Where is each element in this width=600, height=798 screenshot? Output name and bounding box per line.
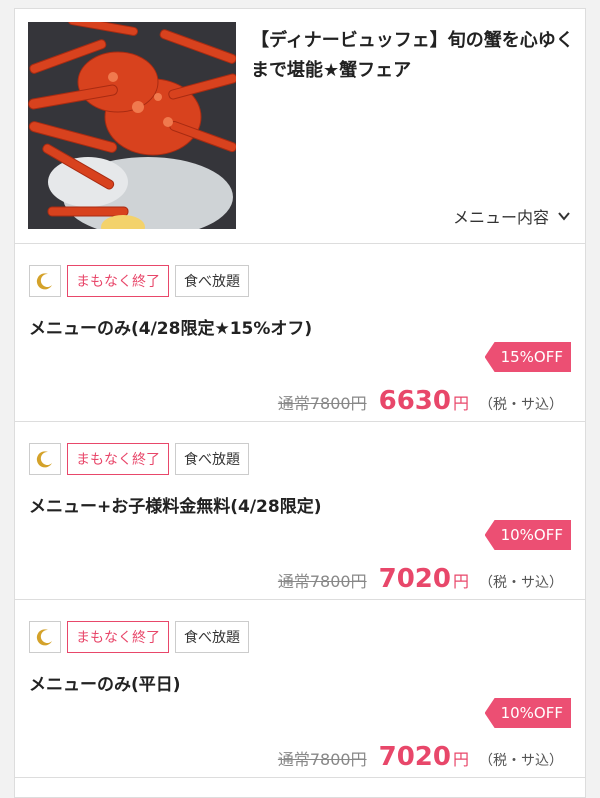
- moon-icon: [36, 273, 52, 290]
- sale-price: 7020: [378, 742, 451, 772]
- discount-badge: 10%OFF: [484, 520, 571, 550]
- crab-image: [28, 22, 236, 229]
- yen-unit: 円: [452, 572, 469, 591]
- all-you-can-eat-tag: 食べ放題: [175, 443, 249, 475]
- tax-note: （税・サ込）: [479, 753, 563, 769]
- dinner-tag: [29, 621, 61, 653]
- tax-note: （税・サ込）: [479, 397, 563, 413]
- plan-tags: まもなく終了 食べ放題: [29, 265, 249, 297]
- plan-name: メニューのみ(4/28限定★15%オフ): [29, 319, 313, 339]
- menu-toggle-label: メニュー内容: [452, 208, 549, 227]
- plan-tags: まもなく終了 食べ放題: [29, 443, 249, 475]
- plan-tags: まもなく終了 食べ放題: [29, 621, 249, 653]
- sale-price: 6630: [378, 386, 451, 416]
- chevron-down-icon: [558, 212, 570, 221]
- moon-icon: [36, 629, 52, 646]
- tax-note: （税・サ込）: [479, 575, 563, 591]
- dinner-tag: [29, 265, 61, 297]
- price-row: 通常7800円 7020 円 （税・サ込）: [278, 564, 563, 594]
- ending-soon-badge: まもなく終了: [67, 265, 169, 297]
- price-row: 通常7800円 7020 円 （税・サ込）: [278, 742, 563, 772]
- plan-name: メニューのみ(平日): [29, 675, 181, 695]
- sale-price: 7020: [378, 564, 451, 594]
- discount-badge: 15%OFF: [484, 342, 571, 372]
- dinner-tag: [29, 443, 61, 475]
- discount-badge: 10%OFF: [484, 698, 571, 728]
- original-price: 通常7800円: [277, 750, 367, 769]
- price-row: 通常7800円 6630 円 （税・サ込）: [278, 386, 563, 416]
- plan-card: 【ディナービュッフェ】旬の蟹を心ゆくまで堪能★蟹フェア メニュー内容 まもなく終…: [14, 8, 586, 798]
- plan-title: 【ディナービュッフェ】旬の蟹を心ゆくまで堪能★蟹フェア: [251, 30, 574, 81]
- original-price: 通常7800円: [277, 572, 367, 591]
- menu-contents-toggle[interactable]: メニュー内容: [453, 204, 571, 228]
- all-you-can-eat-tag: 食べ放題: [175, 621, 249, 653]
- crab-photo[interactable]: [28, 22, 236, 229]
- yen-unit: 円: [452, 394, 469, 413]
- yen-unit: 円: [452, 750, 469, 769]
- plan-name: メニュー+お子様料金無料(4/28限定): [29, 497, 322, 517]
- plan-option[interactable]: まもなく終了 食べ放題 メニューのみ(平日) 10%OFF 通常7800円 70…: [15, 600, 585, 778]
- all-you-can-eat-tag: 食べ放題: [175, 265, 249, 297]
- original-price: 通常7800円: [277, 394, 367, 413]
- plan-option[interactable]: まもなく終了 食べ放題 メニューのみ(4/28限定★15%オフ) 15%OFF …: [15, 244, 585, 422]
- moon-icon: [36, 451, 52, 468]
- plan-header: 【ディナービュッフェ】旬の蟹を心ゆくまで堪能★蟹フェア メニュー内容: [15, 9, 585, 244]
- plan-option[interactable]: まもなく終了 食べ放題 メニュー+お子様料金無料(4/28限定) 10%OFF …: [15, 422, 585, 600]
- ending-soon-badge: まもなく終了: [67, 443, 169, 475]
- ending-soon-badge: まもなく終了: [67, 621, 169, 653]
